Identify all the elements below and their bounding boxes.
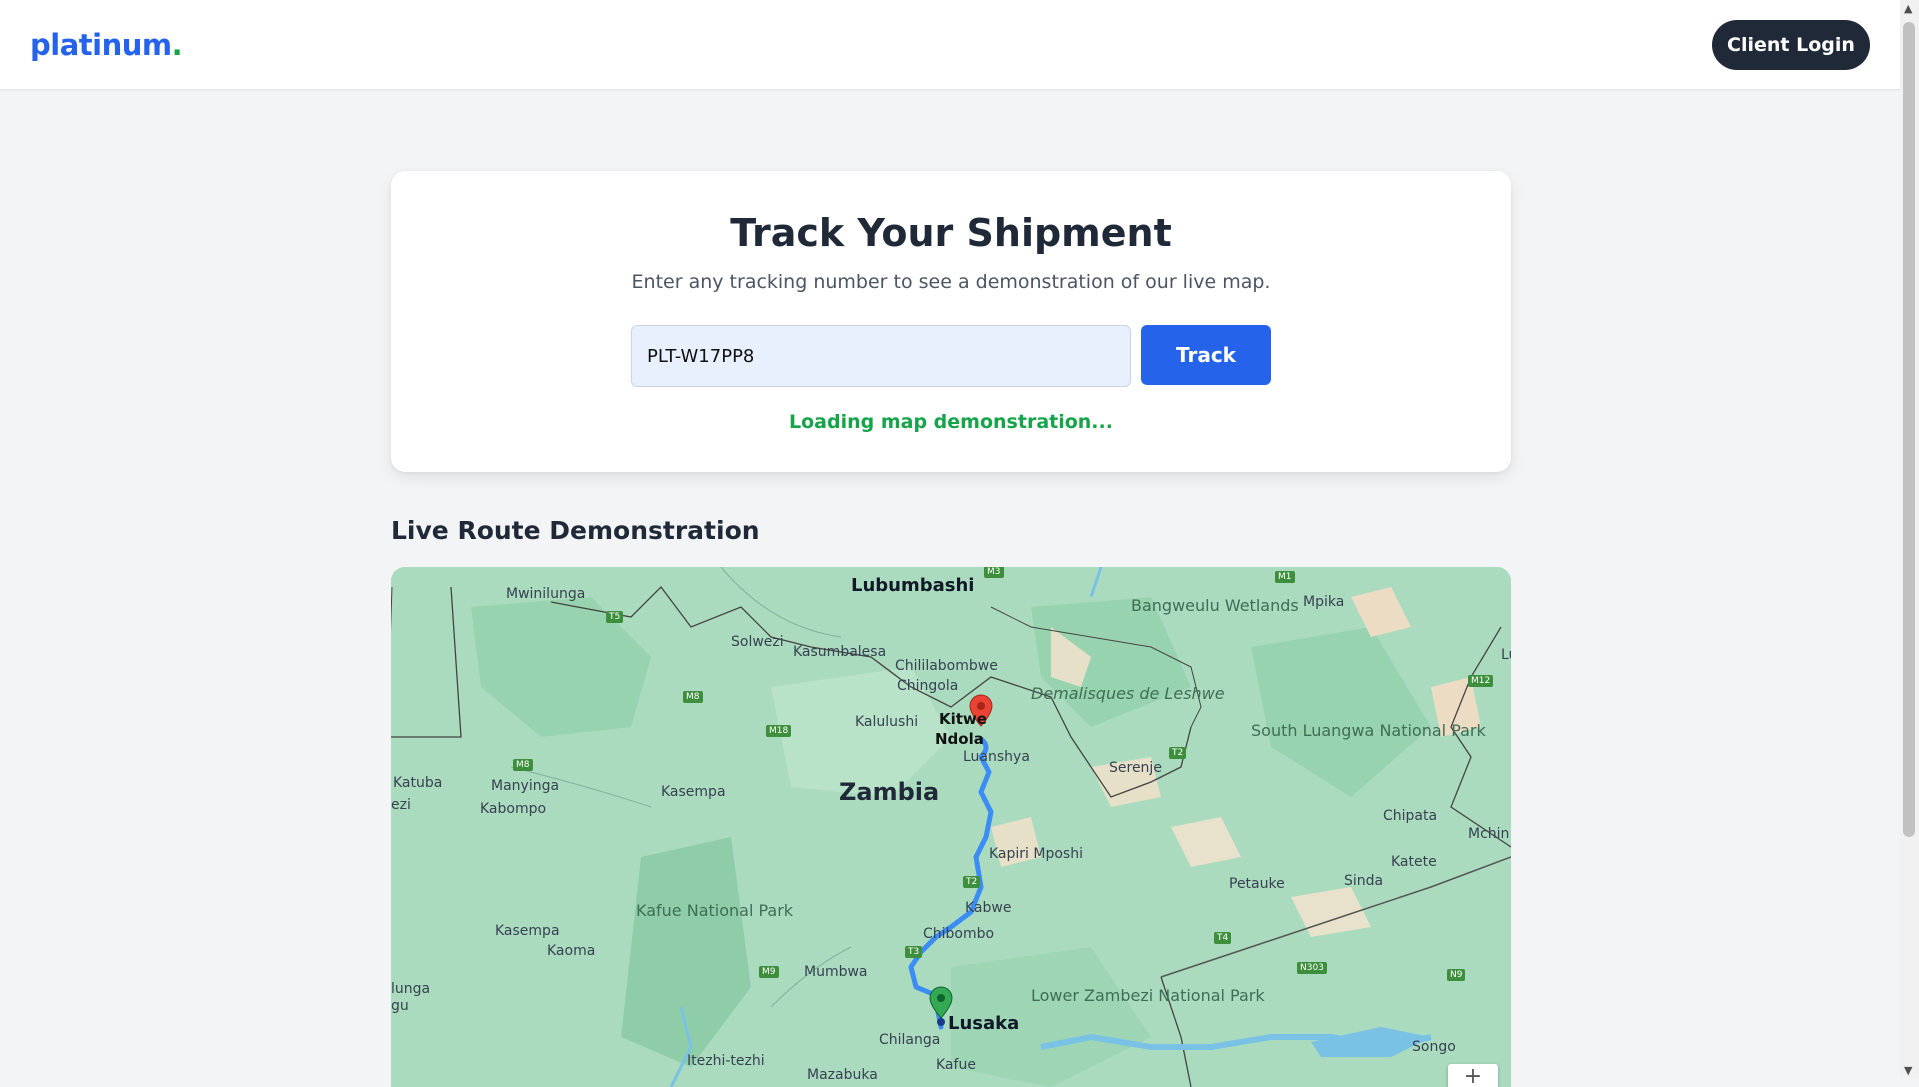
site-header: platinum. Client Login	[0, 0, 1900, 90]
map-label-lower-zambezi: Lower Zambezi National Park	[1031, 986, 1265, 1005]
map-label-lu: Lu	[1501, 647, 1511, 663]
logo[interactable]: platinum.	[30, 28, 183, 62]
road-badge: T5	[606, 611, 624, 623]
scroll-up-arrow-icon[interactable]: ▲	[1904, 2, 1912, 15]
map-label-gu: gu	[391, 998, 409, 1014]
map-label-manyinga: Manyinga	[491, 778, 560, 794]
map-zoom-in-button[interactable]: +	[1448, 1064, 1498, 1087]
tracking-number-input[interactable]: PLT-W17PP8	[631, 325, 1131, 387]
map-label-kaoma: Kaoma	[547, 943, 596, 959]
road-badge: M1	[1275, 571, 1295, 583]
map-label-songo: Songo	[1412, 1039, 1456, 1055]
map-label-chililabombwe: Chililabombwe	[895, 658, 998, 674]
logo-text: platinum	[30, 28, 172, 62]
map-label-kasempa-north: Kasempa	[661, 784, 726, 800]
status-message: Loading map demonstration...	[789, 411, 1113, 433]
map-label-lusaka: Lusaka	[948, 1013, 1020, 1034]
road-badge: M12	[1468, 675, 1494, 687]
map-background	[391, 567, 1511, 1087]
map-label-mwinilunga: Mwinilunga	[506, 586, 586, 602]
road-badge: M8	[513, 759, 533, 771]
map-label-kasempa-south: Kasempa	[495, 923, 560, 939]
map-label-kafue: Kafue	[936, 1057, 976, 1073]
road-badge: N303	[1297, 962, 1327, 974]
map-label-itezhi-tezhi: Itezhi-tezhi	[687, 1053, 765, 1069]
road-badge: M3	[984, 567, 1004, 578]
map-label-kasumbalesa: Kasumbalesa	[793, 644, 887, 660]
map-label-zambia: Zambia	[839, 778, 940, 806]
road-badge: T3	[905, 946, 923, 958]
client-login-button[interactable]: Client Login	[1712, 20, 1870, 70]
scrollbar-thumb[interactable]	[1903, 22, 1915, 837]
map-label-chingola: Chingola	[897, 678, 959, 694]
logo-dot: .	[171, 28, 183, 62]
map-label-ndola: Ndola	[935, 730, 984, 748]
road-badge: N9	[1447, 969, 1466, 981]
road-badge: T2	[1169, 747, 1187, 759]
map-label-mumbwa: Mumbwa	[804, 964, 868, 980]
route-map[interactable]: Lubumbashi Mwinilunga Solwezi Kasumbales…	[391, 567, 1511, 1087]
map-label-chibombo: Chibombo	[923, 926, 995, 942]
map-label-katuba: Katuba	[393, 775, 443, 791]
map-label-petauke: Petauke	[1229, 876, 1285, 892]
map-label-kalulushi: Kalulushi	[855, 714, 919, 730]
road-badge: M18	[766, 725, 792, 737]
map-label-sinda: Sinda	[1344, 873, 1384, 889]
map-label-south-luangwa: South Luangwa National Park	[1251, 721, 1486, 740]
map-label-lunga: lunga	[391, 981, 431, 997]
map-label-chipata: Chipata	[1383, 808, 1438, 824]
map-label-lubumbashi: Lubumbashi	[851, 575, 975, 596]
tracking-number-value: PLT-W17PP8	[647, 345, 755, 367]
map-label-serenje: Serenje	[1109, 760, 1162, 776]
road-badge: T4	[1214, 932, 1232, 944]
map-label-luanshya: Luanshya	[963, 749, 1030, 765]
map-label-kapiri-mposhi: Kapiri Mposhi	[989, 846, 1083, 862]
page-scrollbar[interactable]: ▲ ▼	[1900, 0, 1919, 1079]
map-label-chilanga: Chilanga	[879, 1032, 941, 1048]
road-badge: M8	[683, 691, 703, 703]
map-label-kitwe: Kitwe	[939, 710, 987, 728]
scroll-down-arrow-icon[interactable]: ▼	[1904, 1064, 1912, 1077]
map-label-ezi: ezi	[391, 797, 411, 813]
map-label-mchin: Mchin	[1468, 826, 1510, 842]
map-label-kafue-national-park: Kafue National Park	[636, 901, 794, 920]
map-label-katete: Katete	[1391, 854, 1437, 870]
road-badge: T2	[963, 876, 981, 888]
track-button[interactable]: Track	[1141, 325, 1271, 385]
tracking-card: Track Your Shipment Enter any tracking n…	[391, 171, 1511, 472]
tracking-subtitle: Enter any tracking number to see a demon…	[631, 271, 1271, 293]
map-label-kabwe: Kabwe	[965, 900, 1012, 916]
map-label-kabompo: Kabompo	[480, 801, 547, 817]
road-badge: M9	[759, 966, 779, 978]
tracking-title: Track Your Shipment	[730, 211, 1172, 255]
map-label-mazabuka: Mazabuka	[807, 1067, 878, 1083]
map-label-solwezi: Solwezi	[731, 634, 784, 650]
map-label-demalisques: Demalisques de Leshwe	[1031, 684, 1225, 703]
map-label-bangweulu: Bangweulu Wetlands	[1131, 596, 1299, 615]
map-label-mpika: Mpika	[1303, 594, 1345, 610]
map-section-title: Live Route Demonstration	[391, 516, 760, 545]
